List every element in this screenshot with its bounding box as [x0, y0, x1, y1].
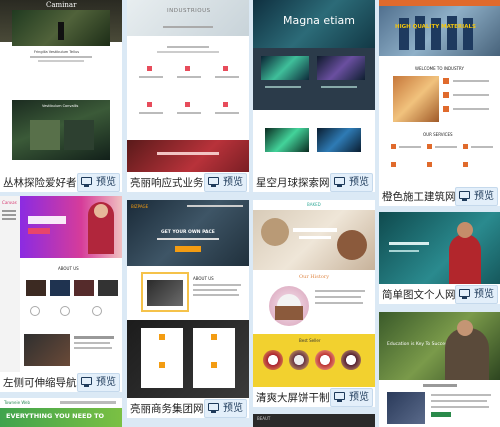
- template-card[interactable]: INDUSTRIOUS 亮丽响应式业务网站模 预览: [127, 0, 249, 192]
- hero-title: EVERYTHING YOU NEED TO: [6, 412, 105, 420]
- template-card[interactable]: Education is Key To Success: [379, 312, 500, 427]
- monitor-icon: [208, 403, 219, 413]
- template-card[interactable]: BAKED Our History Best Seller 清爽大屏饼干制作网站…: [253, 200, 375, 407]
- monitor-icon: [459, 289, 470, 299]
- hero-subtitle: Fringilla Vestibulum Tellus: [34, 50, 80, 54]
- template-thumbnail[interactable]: BEAUT: [253, 414, 375, 427]
- monitor-icon: [208, 177, 219, 187]
- hero-title: Caminar: [46, 1, 77, 9]
- preview-button[interactable]: 预览: [455, 187, 498, 206]
- preview-button[interactable]: 预览: [204, 399, 247, 418]
- logo: Canvas: [2, 200, 17, 205]
- section-title: Vestibulum Convallis: [42, 104, 79, 108]
- hero-title: INDUSTRIOUS: [167, 8, 211, 14]
- template-thumbnail[interactable]: BIZPAGE GET YOUR OWN PACE ABOUT US: [127, 200, 249, 398]
- preview-button[interactable]: 预览: [77, 373, 120, 392]
- template-thumbnail[interactable]: BAKED Our History Best Seller: [253, 200, 375, 387]
- logo: BAKED: [307, 202, 321, 207]
- template-card[interactable]: Towneie Web EVERYTHING YOU NEED TO: [0, 398, 122, 427]
- template-thumbnail[interactable]: Education is Key To Success: [379, 312, 500, 427]
- hero-title: HIGH QUALITY MATERIALS: [395, 24, 476, 30]
- section-title: WELCOME TO INDUSTRY: [415, 66, 464, 71]
- hero-title: GET YOUR OWN PACE: [161, 230, 215, 235]
- preview-button[interactable]: 预览: [77, 173, 120, 192]
- template-thumbnail[interactable]: Caminar Fringilla Vestibulum Tellus Vest…: [0, 0, 122, 172]
- template-card[interactable]: Caminar Fringilla Vestibulum Tellus Vest…: [0, 0, 122, 192]
- preview-button[interactable]: 预览: [455, 285, 498, 304]
- template-card[interactable]: Magna etiam 星空月球探索网站模板 预览: [253, 0, 375, 192]
- preview-button[interactable]: 预览: [330, 388, 373, 407]
- template-card[interactable]: BIZPAGE GET YOUR OWN PACE ABOUT US 亮丽商务集…: [127, 200, 249, 418]
- template-card[interactable]: Canvas ABOUT US 左侧可伸缩导航企业网 预览: [0, 196, 122, 392]
- template-thumbnail[interactable]: Magna etiam: [253, 0, 375, 172]
- template-card[interactable]: HIGH QUALITY MATERIALS WELCOME TO INDUST…: [379, 0, 500, 206]
- template-card[interactable]: BEAUT: [253, 414, 375, 427]
- monitor-icon: [81, 177, 92, 187]
- monitor-icon: [459, 191, 470, 201]
- template-thumbnail[interactable]: [379, 212, 500, 284]
- preview-button[interactable]: 预览: [330, 173, 373, 192]
- logo: BIZPAGE: [131, 204, 149, 209]
- hero-title: Education is Key To Success: [387, 342, 450, 347]
- template-thumbnail[interactable]: Towneie Web EVERYTHING YOU NEED TO: [0, 398, 122, 427]
- template-thumbnail[interactable]: INDUSTRIOUS: [127, 0, 249, 172]
- monitor-icon: [334, 177, 345, 187]
- section-title: ABOUT US: [58, 266, 79, 271]
- template-thumbnail[interactable]: Canvas ABOUT US: [0, 196, 122, 372]
- template-thumbnail[interactable]: HIGH QUALITY MATERIALS WELCOME TO INDUST…: [379, 0, 500, 186]
- section-title: Our History: [299, 274, 330, 280]
- template-card[interactable]: 简单图文个人网站模板 预览: [379, 212, 500, 304]
- services-title: OUR SERVICES: [423, 132, 453, 137]
- preview-button[interactable]: 预览: [204, 173, 247, 192]
- hero-title: Magna etiam: [283, 14, 356, 27]
- section-title: ABOUT US: [193, 276, 214, 281]
- monitor-icon: [334, 392, 345, 402]
- monitor-icon: [81, 377, 92, 387]
- best-seller-title: Best Seller: [299, 338, 321, 343]
